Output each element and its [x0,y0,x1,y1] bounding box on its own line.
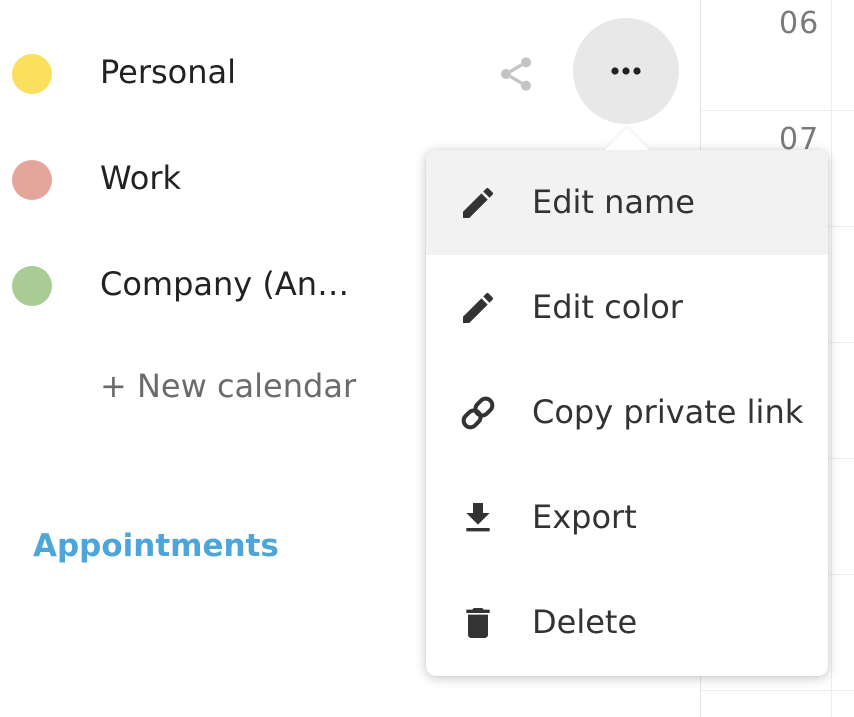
more-actions-button[interactable] [573,18,679,124]
appointments-link[interactable]: Appointments [33,528,279,564]
menu-item-edit-name[interactable]: Edit name [426,150,828,255]
download-icon [458,498,498,538]
hour-line [701,110,854,111]
calendar-name: Company (An… [100,265,350,303]
menu-item-label: Delete [532,603,638,641]
menu-item-label: Export [532,498,637,536]
menu-item-label: Edit color [532,288,683,326]
menu-item-copy-private-link[interactable]: Copy private link [426,360,828,465]
calendar-color-dot[interactable] [12,160,52,200]
more-dots-icon [611,67,641,75]
new-calendar-button[interactable]: + New calendar [100,367,356,405]
hour-label-06: 06 [779,6,820,41]
share-button[interactable] [494,52,538,96]
link-icon [458,393,498,433]
calendar-actions-menu: Edit name Edit color Copy private link E… [426,150,828,676]
menu-item-export[interactable]: Export [426,465,828,570]
menu-item-label: Copy private link [532,393,804,431]
trash-icon [458,603,498,643]
hour-line [701,690,854,691]
menu-item-edit-color[interactable]: Edit color [426,255,828,360]
calendar-app: 06 07 Personal Work Company (An… + New c… [0,0,854,717]
calendar-item-work[interactable]: Work [0,149,440,209]
calendar-name: Personal [100,53,237,91]
calendar-color-dot[interactable] [12,266,52,306]
calendar-name: Work [100,159,182,197]
menu-arrow [605,128,649,150]
calendar-color-dot[interactable] [12,54,52,94]
pencil-icon [458,183,498,223]
menu-item-delete[interactable]: Delete [426,570,828,675]
share-icon [501,57,531,91]
calendar-item-personal[interactable]: Personal [0,43,440,103]
pencil-icon [458,288,498,328]
menu-item-label: Edit name [532,183,695,221]
grid-column-divider [831,0,832,717]
calendar-item-company[interactable]: Company (An… [0,255,440,315]
